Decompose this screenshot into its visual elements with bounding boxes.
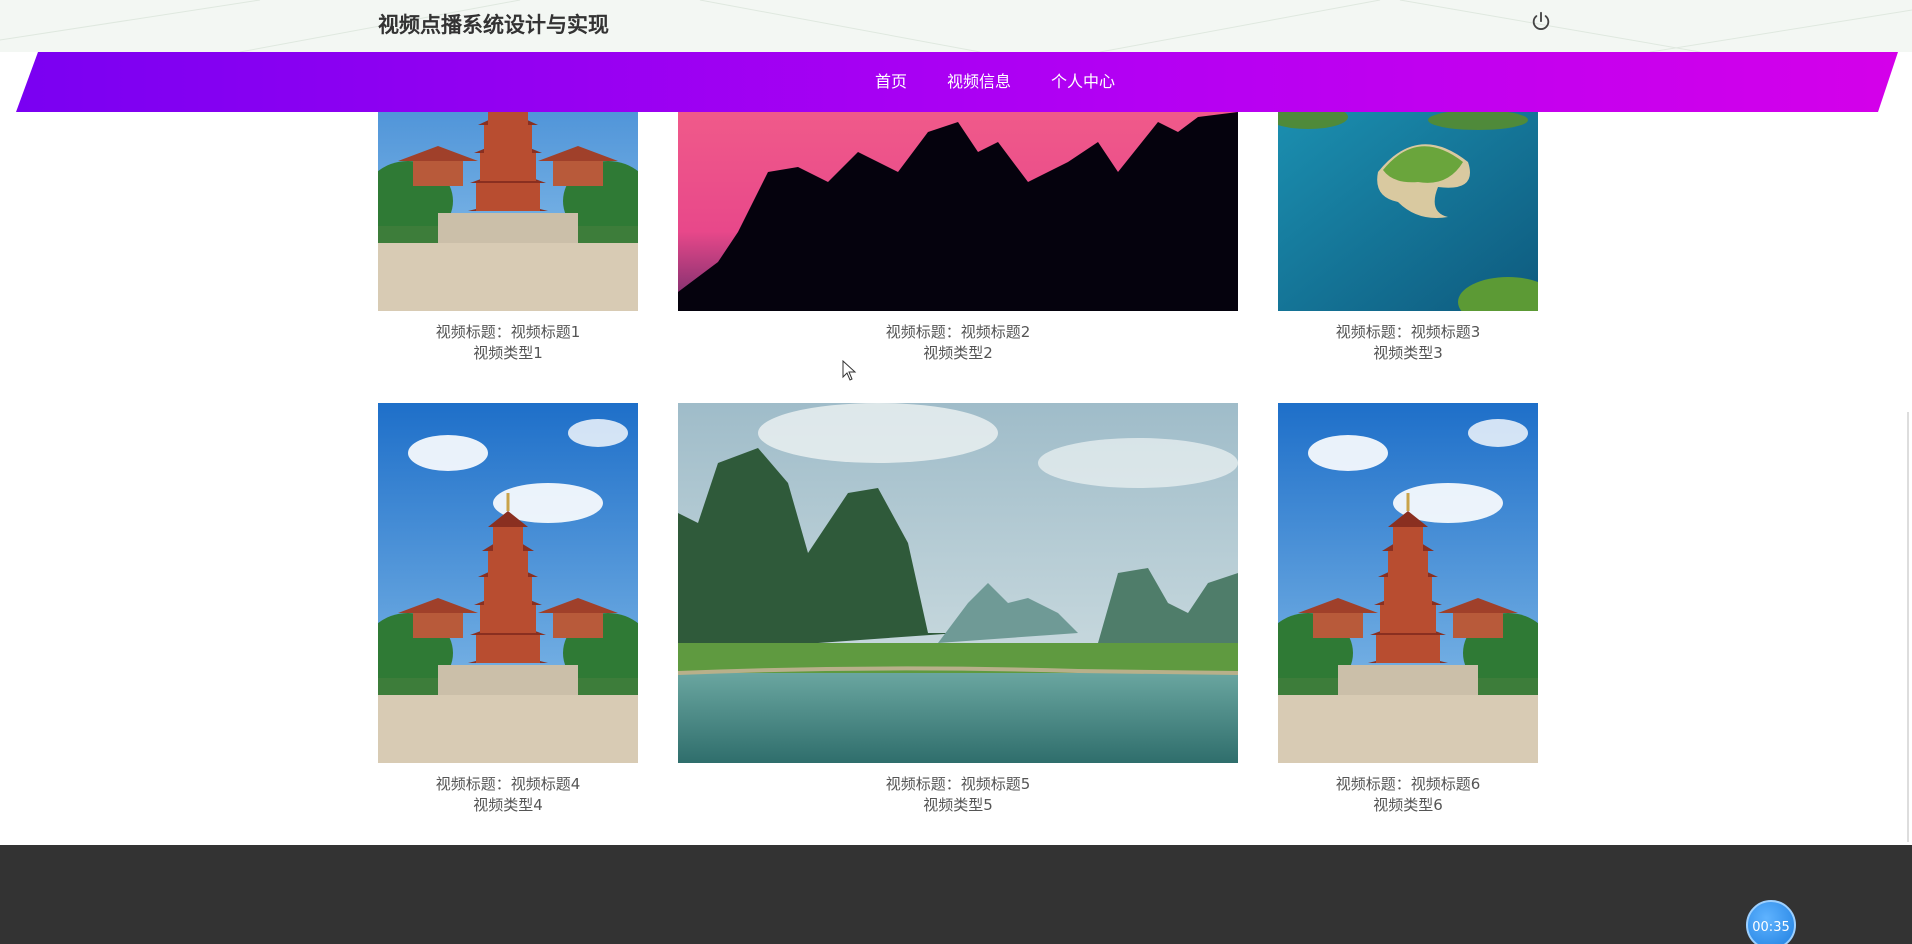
video-title-3[interactable]: 视频标题：视频标题3 bbox=[1278, 322, 1538, 343]
video-thumbnail-2[interactable] bbox=[678, 112, 1238, 311]
mouse-cursor-icon bbox=[842, 360, 857, 381]
pagoda-thumbnail bbox=[378, 403, 638, 763]
timer-badge[interactable]: 00:35 bbox=[1746, 900, 1796, 944]
pagoda-thumbnail bbox=[1278, 403, 1538, 763]
logout-button[interactable] bbox=[1527, 8, 1555, 36]
video-caption-5: 视频标题：视频标题5 视频类型5 bbox=[678, 774, 1238, 816]
video-caption-6: 视频标题：视频标题6 视频类型6 bbox=[1278, 774, 1538, 816]
video-caption-1: 视频标题：视频标题1 视频类型1 bbox=[378, 322, 638, 364]
background-pattern bbox=[0, 0, 1912, 52]
mountain-sunset-thumbnail bbox=[678, 112, 1238, 311]
pagoda-thumbnail bbox=[378, 112, 638, 311]
site-title: 视频点播系统设计与实现 bbox=[378, 13, 609, 37]
video-thumbnail-3[interactable] bbox=[1278, 112, 1538, 311]
nav-item-personal-center[interactable]: 个人中心 bbox=[1031, 52, 1135, 112]
video-title-5[interactable]: 视频标题：视频标题5 bbox=[678, 774, 1238, 795]
lake-islands-thumbnail bbox=[1278, 112, 1538, 311]
video-caption-4: 视频标题：视频标题4 视频类型4 bbox=[378, 774, 638, 816]
scrollbar-track[interactable] bbox=[1907, 412, 1909, 842]
video-type-5: 视频类型5 bbox=[923, 796, 993, 814]
karst-river-thumbnail bbox=[678, 403, 1238, 763]
video-title-6[interactable]: 视频标题：视频标题6 bbox=[1278, 774, 1538, 795]
main-nav: 首页 视频信息 个人中心 bbox=[0, 52, 1912, 112]
video-type-1: 视频类型1 bbox=[473, 344, 543, 362]
nav-item-home[interactable]: 首页 bbox=[855, 52, 927, 112]
video-type-6: 视频类型6 bbox=[1373, 796, 1443, 814]
video-caption-2: 视频标题：视频标题2 视频类型2 bbox=[678, 322, 1238, 364]
video-title-2[interactable]: 视频标题：视频标题2 bbox=[678, 322, 1238, 343]
video-type-4: 视频类型4 bbox=[473, 796, 543, 814]
video-title-4[interactable]: 视频标题：视频标题4 bbox=[378, 774, 638, 795]
nav-item-video-info[interactable]: 视频信息 bbox=[927, 52, 1031, 112]
video-thumbnail-4[interactable] bbox=[378, 403, 638, 763]
video-type-3: 视频类型3 bbox=[1373, 344, 1443, 362]
top-header: 视频点播系统设计与实现 bbox=[0, 0, 1912, 52]
video-thumbnail-1[interactable] bbox=[378, 112, 638, 311]
video-caption-3: 视频标题：视频标题3 视频类型3 bbox=[1278, 322, 1538, 364]
video-thumbnail-6[interactable] bbox=[1278, 403, 1538, 763]
video-type-2: 视频类型2 bbox=[923, 344, 993, 362]
page-footer bbox=[0, 845, 1912, 944]
power-icon bbox=[1532, 11, 1550, 30]
video-title-1[interactable]: 视频标题：视频标题1 bbox=[378, 322, 638, 343]
video-thumbnail-5[interactable] bbox=[678, 403, 1238, 763]
